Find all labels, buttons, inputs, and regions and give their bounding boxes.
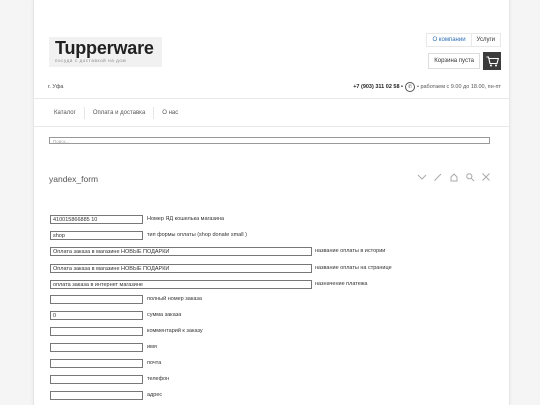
field-label: комментарий к заказу [147,328,203,334]
close-icon[interactable] [481,172,491,182]
working-hours: • работаем с 9.00 до 18.00, пн-пт [416,84,501,90]
field-label: почта [147,360,162,366]
name-field[interactable] [50,343,143,352]
pencil-icon[interactable] [433,172,443,182]
about-link[interactable]: О компании [426,33,472,47]
field-label: сумма заказа [147,312,182,318]
divider [34,98,509,99]
email-field[interactable] [50,359,143,368]
field-label: назначение платежа [315,281,368,287]
site-logo[interactable]: Tupperware посуда с доставкой на дом [49,37,162,67]
nav-item-catalog[interactable]: Каталог [48,107,85,119]
city-label[interactable]: г. Уфа [48,84,63,90]
field-label: название оплаты в истории [315,248,386,254]
page-container: Tupperware посуда с доставкой на дом О к… [33,0,510,405]
field-label: телефон [147,376,170,382]
services-link[interactable]: Услуги [470,33,501,47]
cart-label[interactable]: Корзина пуста [428,53,480,69]
page-title: yandex_form [49,174,99,184]
field-label: Номер ЯД кошелька магазина [147,216,225,222]
toolbar [411,172,491,182]
order-sum-field[interactable]: 0 [50,311,143,320]
order-number-field[interactable] [50,295,143,304]
order-comment-field[interactable] [50,327,143,336]
payment-purpose-field[interactable]: оплата заказа в интернет магазине [50,280,312,289]
cart[interactable]: Корзина пуста [428,52,501,70]
phone-number[interactable]: +7 (903) 311 02 58 • [353,84,403,90]
top-links: О компании Услуги [426,33,501,47]
wallet-number-field[interactable]: 410015866885 10 [50,215,143,224]
phone-field[interactable] [50,375,143,384]
field-label: имя [147,344,157,350]
search-input[interactable]: Поиск... [49,137,490,144]
field-label: тип формы оплаты (shop donate small ) [147,232,248,238]
logo-tagline: посуда с доставкой на дом [55,58,127,63]
nav-item-payment-delivery[interactable]: Оплата и доставка [85,107,155,119]
history-title-field[interactable]: Оплата заказа в магазине НОВЫЕ ПОДАРКИ [50,247,312,256]
home-icon[interactable] [449,172,459,182]
page-title-field[interactable]: Оплата заказа в магазине НОВЫЕ ПОДАРКИ [50,264,312,273]
field-label: полный номер заказа [147,296,202,302]
main-nav: Каталог Оплата и доставка О нас [48,107,186,119]
whatsapp-icon[interactable]: ✆ [404,82,415,92]
address-field[interactable] [50,391,143,400]
chevron-down-icon[interactable] [417,172,427,182]
zoom-icon[interactable] [465,172,475,182]
form-type-field[interactable]: shop [50,231,143,240]
divider [34,126,509,127]
logo-wordmark: Tupperware [55,38,154,58]
field-label: название оплаты на странице [315,265,392,271]
contact-line: +7 (903) 311 02 58 • ✆ • работаем с 9.00… [353,82,501,92]
field-label: адрес [147,392,163,398]
nav-item-about[interactable]: О нас [154,107,186,119]
cart-icon[interactable] [483,52,501,70]
